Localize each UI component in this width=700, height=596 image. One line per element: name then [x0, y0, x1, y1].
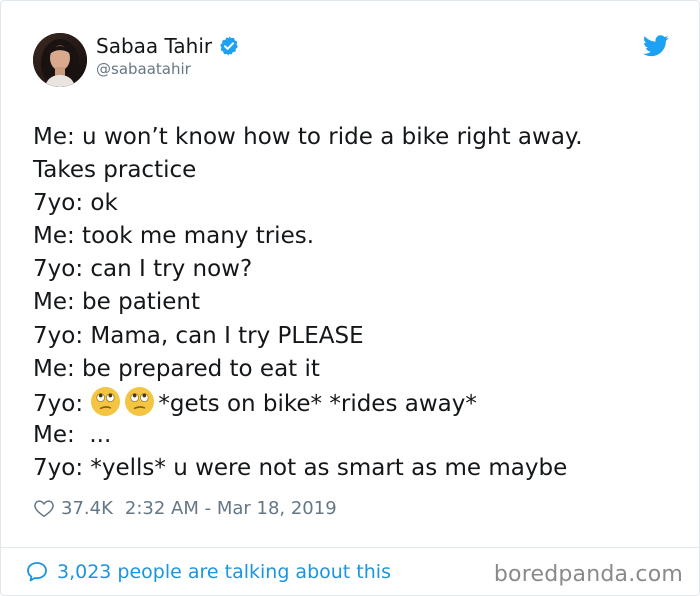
- verified-badge-icon: [220, 36, 238, 56]
- reply-bubble-icon: [27, 562, 47, 582]
- tweet-line: Me: be prepared to eat it: [33, 355, 320, 382]
- tweet-line: Me: took me many tries.: [33, 223, 315, 250]
- talking-text[interactable]: 3,023 people are talking about this: [57, 561, 391, 583]
- tweet-line: 7yo: can I try now?: [33, 256, 253, 283]
- heart-icon[interactable]: [33, 497, 55, 519]
- tweet-line: Me: be patient: [33, 289, 200, 316]
- divider: [1, 547, 699, 548]
- watermark: boredpanda.com: [493, 562, 683, 587]
- eye-roll-emoji: [125, 386, 155, 416]
- tweet-meta: 37.4K 2:32 AM - Mar 18, 2019: [33, 497, 337, 519]
- talking-link[interactable]: 3,023 people are talking about this: [25, 560, 391, 584]
- tweet-card: Sabaa Tahir @sabaatahir Me: u won’t know…: [0, 0, 700, 596]
- tweet-line: Me: ...: [33, 421, 112, 448]
- author-name[interactable]: Sabaa Tahir: [96, 34, 212, 58]
- tweet-line: 7yo: *yells* u were not as smart as me m…: [33, 454, 568, 481]
- tweet-line: 7yo: Mama, can I try PLEASE: [33, 322, 364, 349]
- emoji-line-suffix: *gets on bike* *rides away*: [158, 390, 477, 417]
- tweet-timestamp[interactable]: 2:32 AM - Mar 18, 2019: [125, 498, 337, 519]
- tweet-line: Takes practice: [33, 157, 197, 184]
- tweet-line-emoji: 7yo: *gets on bike* *rides away*: [33, 386, 673, 419]
- emoji-line-prefix: 7yo:: [33, 390, 91, 417]
- eye-roll-emoji: [91, 386, 121, 416]
- tweet-text: Me: u won’t know how to ride a bike righ…: [33, 121, 673, 485]
- tweet-line: 7yo: ok: [33, 190, 118, 217]
- twitter-bird-icon[interactable]: [643, 35, 669, 57]
- author-name-row[interactable]: Sabaa Tahir: [96, 34, 240, 58]
- author-handle[interactable]: @sabaatahir: [96, 60, 191, 78]
- like-count[interactable]: 37.4K: [61, 498, 113, 519]
- tweet-line: Me: u won’t know how to ride a bike righ…: [33, 124, 583, 150]
- avatar[interactable]: [33, 33, 87, 87]
